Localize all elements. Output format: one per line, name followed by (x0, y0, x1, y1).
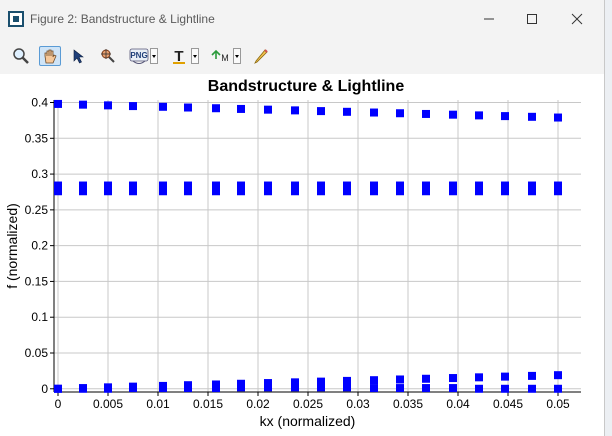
pan-button[interactable] (39, 46, 61, 66)
window-title: Figure 2: Bandstructure & Lightline (30, 12, 215, 26)
figure-toolbar: PNG T M (0, 38, 604, 74)
figure-canvas: Bandstructure & Lightline (0, 74, 604, 436)
marker-tool-button[interactable]: M (208, 46, 242, 66)
figure-window: Figure 2: Bandstructure & Lightline PNG … (0, 0, 605, 436)
close-button[interactable] (557, 6, 597, 32)
data-cursor-button[interactable] (97, 46, 119, 66)
marker-tool-label: M (221, 53, 229, 63)
title-bar: Figure 2: Bandstructure & Lightline (0, 0, 604, 38)
pencil-icon (254, 49, 268, 64)
chart-title: Bandstructure & Lightline (207, 78, 405, 95)
png-export-button[interactable]: PNG (127, 46, 159, 66)
figure-app-icon (8, 11, 24, 27)
minimize-button[interactable] (469, 6, 509, 32)
png-export-icon: PNG (129, 48, 148, 64)
text-icon: T (172, 48, 185, 65)
png-label: PNG (130, 51, 147, 60)
marker-tool-dropdown[interactable] (232, 48, 241, 64)
pan-hand-icon (44, 49, 57, 64)
pencil-button[interactable] (250, 46, 272, 66)
marker-icon: M (210, 49, 229, 63)
close-icon (571, 13, 583, 25)
minimize-icon (484, 18, 494, 20)
zoom-icon (13, 48, 29, 64)
zoom-button[interactable] (10, 46, 32, 66)
text-tool-dropdown[interactable] (190, 48, 199, 64)
maximize-icon (527, 14, 537, 24)
select-button[interactable] (68, 46, 90, 66)
data-cursor-icon (101, 49, 115, 63)
png-export-dropdown[interactable] (149, 48, 158, 64)
maximize-button[interactable] (512, 6, 552, 32)
text-tool-button[interactable]: T (168, 46, 200, 66)
select-arrow-icon (73, 49, 84, 64)
